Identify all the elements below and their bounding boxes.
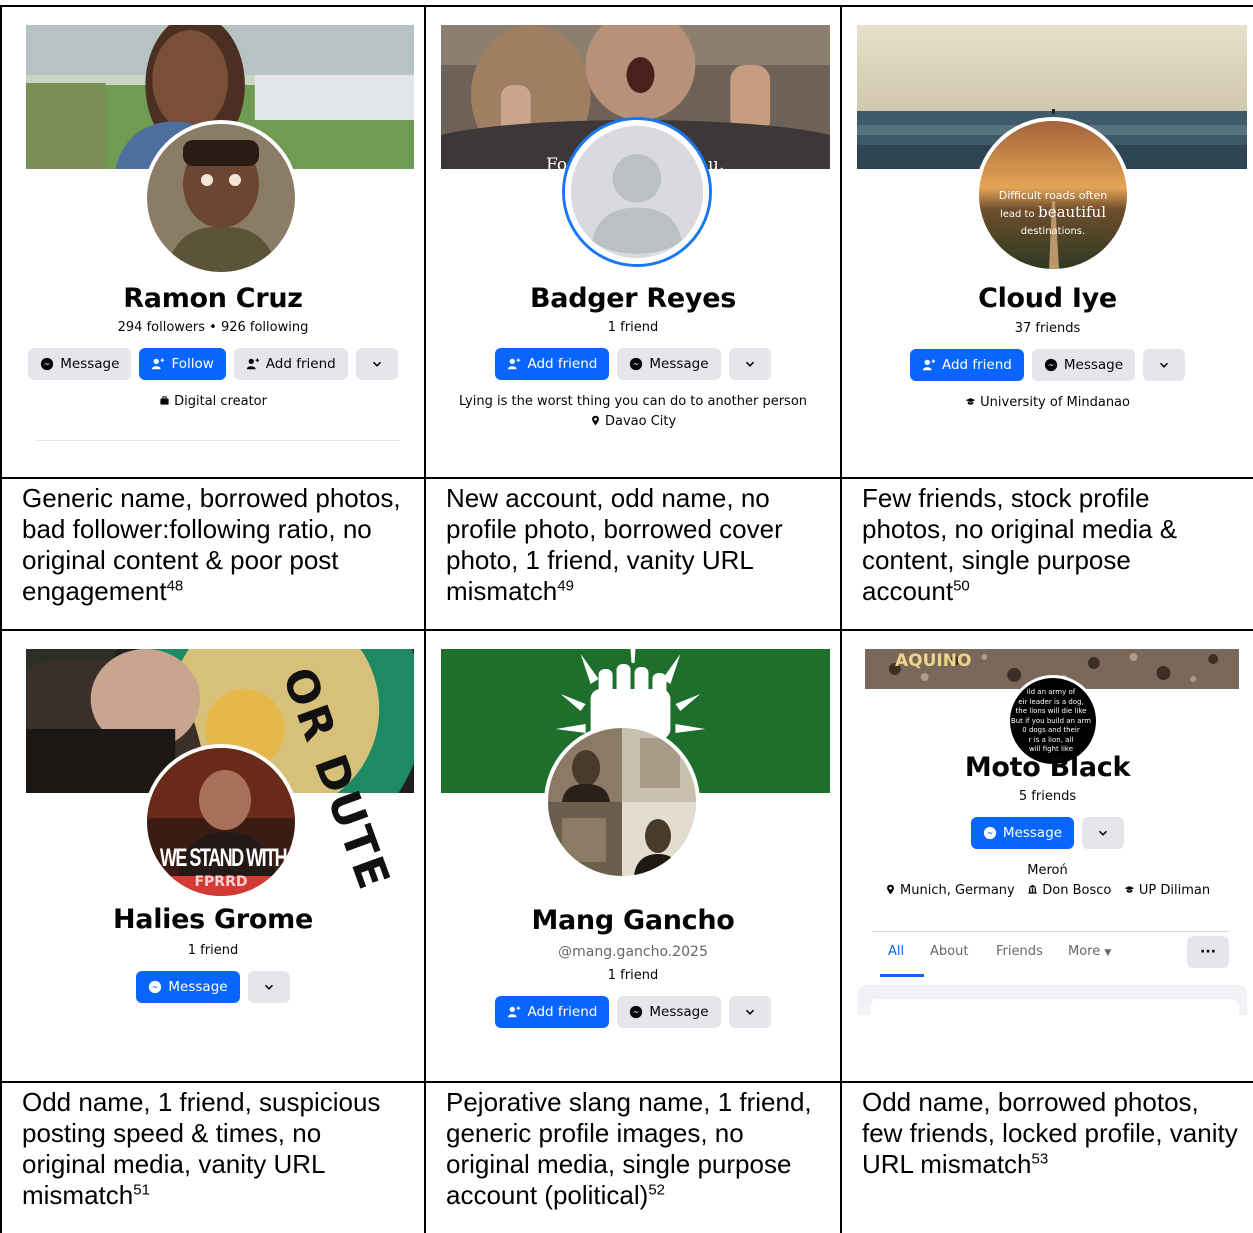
cover-caption-right: u. — [708, 155, 725, 175]
messenger-icon — [148, 980, 162, 994]
chevron-down-icon — [743, 1005, 757, 1019]
divider — [36, 440, 400, 441]
tab-more[interactable]: More ▼ — [1068, 944, 1111, 959]
profile-screenshot-ramon-cruz: Ramon Cruz 294 followers • 926 following… — [0, 5, 426, 479]
add-person-icon — [507, 357, 521, 371]
profile-name: Moto Black — [964, 752, 1131, 783]
profile-photo[interactable]: WE STAND WITH FPRRD — [143, 744, 299, 900]
profile-photo[interactable] — [143, 120, 299, 276]
graduation-cap-icon — [1124, 884, 1135, 895]
follow-button[interactable]: Follow — [139, 348, 226, 380]
friend-count: 37 friends — [1014, 321, 1081, 336]
tab-about[interactable]: About — [930, 944, 968, 959]
more-options-button[interactable] — [728, 996, 771, 1028]
cover-text: AQUINO — [895, 651, 972, 671]
caption-moto-black: Odd name, borrowed photos, few friends, … — [840, 1081, 1253, 1233]
intro-education: University of Mindanao — [842, 395, 1253, 410]
add-friend-button[interactable]: Add friend — [495, 348, 610, 380]
profile-handle: @mang.gancho.2025 — [558, 944, 708, 960]
messenger-icon — [629, 357, 643, 371]
caption-badger-reyes: New account, odd name, no profile photo,… — [424, 477, 842, 631]
content-card — [870, 999, 1239, 1015]
profile-screenshot-cloud-iye: Difficult roads often lead to beautiful … — [840, 5, 1253, 479]
briefcase-icon — [159, 395, 170, 406]
message-button[interactable]: Message — [1031, 349, 1136, 381]
more-options-button[interactable] — [728, 348, 771, 380]
message-button[interactable]: Message — [136, 971, 240, 1003]
profile-name: Cloud Iye — [978, 283, 1117, 314]
chevron-down-icon — [1096, 826, 1110, 840]
tab-all[interactable]: All — [888, 944, 904, 959]
add-person-icon — [922, 358, 936, 372]
add-friend-button[interactable]: Add friend — [909, 349, 1024, 381]
profile-tabs: All About Friends More ▼ ··· — [872, 931, 1229, 982]
message-button[interactable]: Message — [28, 348, 132, 380]
profile-photo[interactable] — [544, 724, 700, 880]
content-area — [858, 985, 1247, 1015]
more-options-button[interactable] — [247, 971, 290, 1003]
profile-bio: Meroń — [1027, 863, 1068, 878]
add-person-icon — [507, 1005, 521, 1019]
caption-mang-gancho: Pejorative slang name, 1 friend, generic… — [424, 1081, 842, 1233]
message-button[interactable]: Message — [617, 348, 721, 380]
intro-work: Digital creator — [2, 394, 424, 409]
more-options-button[interactable] — [1143, 349, 1186, 381]
caption-halies-grome: Odd name, 1 friend, suspicious posting s… — [0, 1081, 426, 1233]
more-options-button[interactable] — [355, 348, 398, 380]
intro-location: Davao City — [426, 414, 840, 429]
messenger-icon — [1044, 358, 1058, 372]
default-profile-photo[interactable] — [562, 117, 712, 267]
school-icon — [1027, 884, 1038, 895]
follow-icon — [151, 357, 165, 371]
chevron-down-icon — [370, 357, 384, 371]
profile-name: Halies Grome — [113, 904, 313, 935]
add-friend-button[interactable]: Add friend — [495, 996, 610, 1028]
avatar-quote: Difficult roads often lead to beautiful … — [998, 189, 1108, 237]
location-pin-icon — [885, 884, 896, 895]
profile-name: Badger Reyes — [530, 283, 736, 314]
ellipsis-icon: ··· — [1200, 944, 1216, 960]
more-options-button[interactable] — [1082, 817, 1125, 849]
profile-name: Ramon Cruz — [123, 283, 303, 314]
follower-stats: 294 followers • 926 following — [117, 320, 309, 335]
friend-count: 1 friend — [607, 320, 659, 335]
profile-screenshot-mang-gancho: Mang Gancho @mang.gancho.2025 1 friend A… — [424, 629, 842, 1083]
messenger-icon — [40, 357, 54, 371]
friend-count: 1 friend — [607, 968, 659, 983]
profile-name: Mang Gancho — [531, 905, 735, 936]
chevron-down-icon — [262, 980, 276, 994]
caret-down-icon: ▼ — [1104, 948, 1112, 958]
friend-count: 1 friend — [187, 943, 239, 958]
profile-screenshot-moto-black: AQUINO ild an army of eir leader is a do… — [840, 629, 1253, 1083]
chevron-down-icon — [743, 357, 757, 371]
location-pin-icon — [590, 415, 601, 426]
chevron-down-icon — [1157, 358, 1171, 372]
profile-screenshot-badger-reyes: Fo u. Badger Reyes 1 friend Add friend M… — [424, 5, 842, 479]
graduation-cap-icon — [965, 396, 976, 407]
messenger-icon — [629, 1005, 643, 1019]
profile-comparison-table: Ramon Cruz 294 followers • 926 following… — [0, 5, 1253, 1233]
avatar-slogan-2: FPRRD — [194, 874, 248, 890]
friend-count: 5 friends — [1018, 789, 1077, 804]
caption-cloud-iye: Few friends, stock profile photos, no or… — [840, 477, 1253, 631]
profile-photo[interactable]: Difficult roads often lead to beautiful … — [975, 117, 1131, 273]
profile-screenshot-halies-grome: OR DUTE WE STAND WITH FPRRD Halies Grome… — [0, 629, 426, 1083]
avatar-quote: ild an army of eir leader is a dog, the … — [1010, 688, 1092, 753]
message-button[interactable]: Message — [970, 817, 1075, 849]
caption-ramon-cruz: Generic name, borrowed photos, bad follo… — [0, 477, 426, 631]
add-person-icon — [246, 357, 260, 371]
add-friend-button[interactable]: Add friend — [233, 348, 348, 380]
message-button[interactable]: Message — [617, 996, 721, 1028]
avatar-slogan: WE STAND WITH — [159, 843, 288, 872]
tab-friends[interactable]: Friends — [996, 944, 1043, 959]
messenger-icon — [983, 826, 997, 840]
more-actions-button[interactable]: ··· — [1187, 936, 1229, 968]
profile-bio: Lying is the worst thing you can do to a… — [458, 394, 808, 409]
intro-details: Munich, Germany Don Bosco UP Diliman — [842, 883, 1253, 898]
active-tab-indicator — [880, 974, 924, 977]
